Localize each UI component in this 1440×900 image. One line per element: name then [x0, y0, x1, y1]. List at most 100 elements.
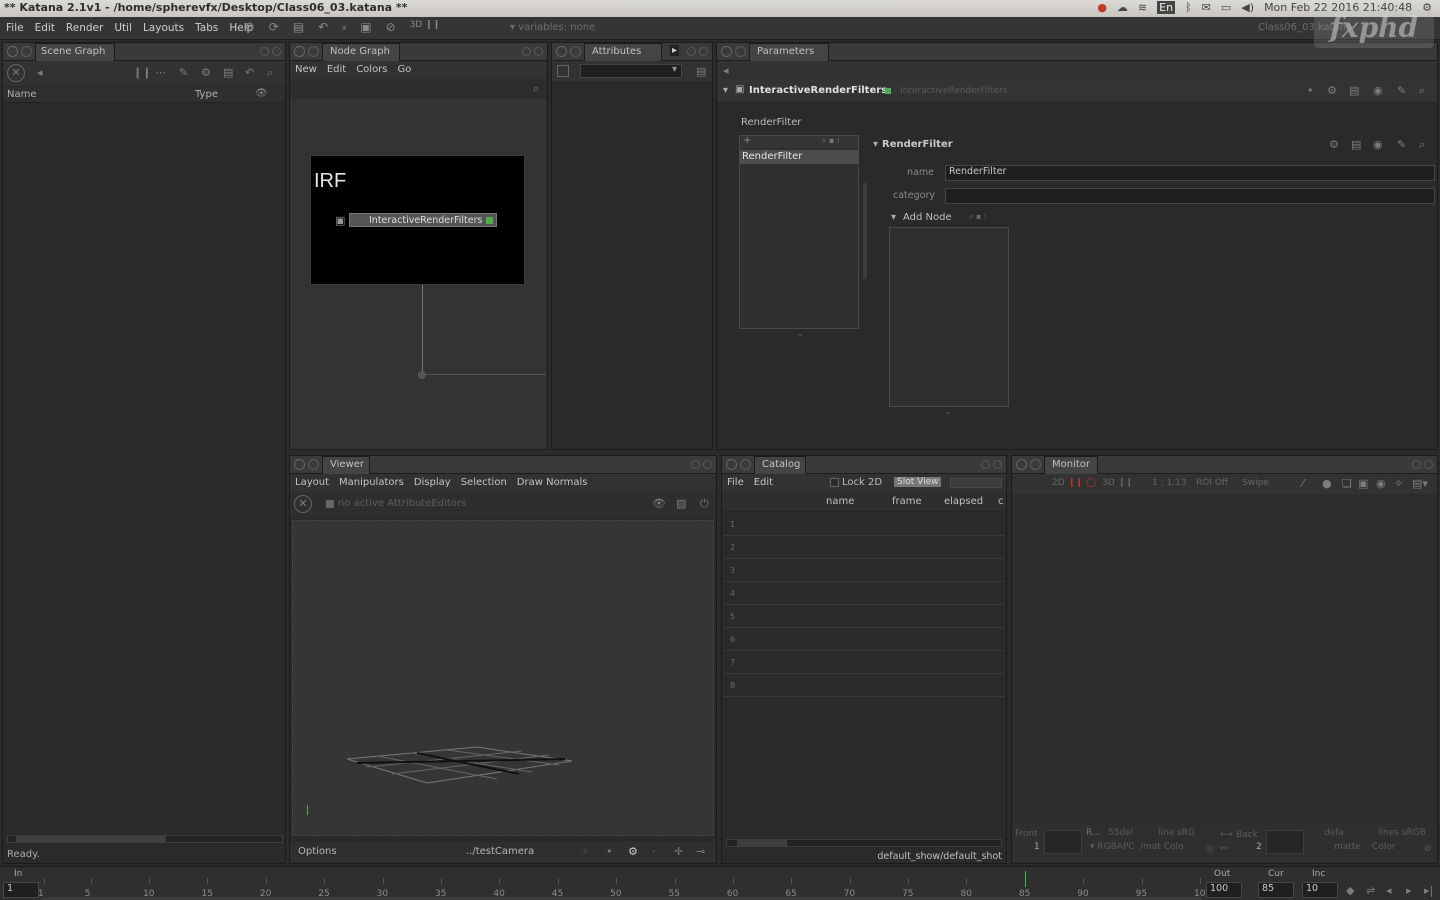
- dropdown-arrow-icon[interactable]: ▾: [672, 64, 677, 75]
- settings-icon[interactable]: ⚙: [628, 845, 638, 858]
- options-button[interactable]: Options: [298, 846, 337, 857]
- pick-icon[interactable]: ✧: [1394, 477, 1403, 490]
- slot-view-button[interactable]: Slot View: [894, 477, 942, 487]
- menu-util[interactable]: Util: [114, 22, 132, 34]
- col-c[interactable]: c: [998, 496, 1004, 507]
- horizontal-scrollbar[interactable]: [7, 835, 283, 843]
- undo-icon[interactable]: ↶: [318, 20, 328, 34]
- panel-gear-icon[interactable]: [726, 459, 737, 470]
- category-field[interactable]: [945, 188, 1435, 204]
- backdrop-node[interactable]: IRF ▣ InteractiveRenderFilters: [310, 155, 525, 285]
- add-node-list[interactable]: [889, 227, 1009, 407]
- horizontal-scrollbar[interactable]: [726, 839, 1002, 847]
- panel-float-icon[interactable]: [981, 460, 990, 469]
- keyboard-lang[interactable]: En: [1157, 1, 1176, 14]
- layers-icon[interactable]: ❏: [1342, 477, 1352, 490]
- panel-close-icon[interactable]: [699, 47, 708, 56]
- panel-gear-icon[interactable]: [7, 46, 18, 57]
- search-icon[interactable]: ⌕: [533, 82, 539, 96]
- add-node-tools-icon[interactable]: ⌕ ▪ ⁞: [969, 212, 987, 222]
- no-editors-checkbox[interactable]: [326, 500, 334, 508]
- line-srgb-back[interactable]: lines sRGB: [1378, 828, 1426, 838]
- power-icon[interactable]: ⏻: [700, 497, 709, 511]
- panel-close-icon[interactable]: [993, 460, 1002, 469]
- matte-dropdown[interactable]: matte: [1334, 842, 1361, 852]
- settings-icon[interactable]: ⚙: [201, 66, 211, 79]
- table-row[interactable]: 1: [724, 514, 1004, 536]
- output-port[interactable]: [418, 371, 426, 379]
- collapse-icon[interactable]: ◂: [37, 66, 43, 79]
- variables-dropdown[interactable]: ▾ variables: none: [510, 22, 595, 33]
- select-box-icon[interactable]: [557, 65, 569, 77]
- search-icon[interactable]: ⌕: [1419, 138, 1425, 152]
- rgba-mode[interactable]: ▾ RGBAPC: [1090, 842, 1135, 852]
- table-row[interactable]: 4: [724, 583, 1004, 605]
- cache-icon[interactable]: ▣: [360, 20, 371, 34]
- lines-icon[interactable]: ▤: [1351, 138, 1361, 151]
- panel-float-icon[interactable]: [687, 47, 696, 56]
- panel-dot-icon[interactable]: [570, 46, 581, 57]
- cancel-icon[interactable]: ✕: [294, 495, 312, 513]
- timeline-scrubber[interactable]: 1 5 10 15 20 25 30 35 40 45 50 55 60 65 70 75 80 85 90 95 10…: [38, 867, 1211, 900]
- render-icon[interactable]: ▤: [293, 20, 304, 34]
- wrench-icon[interactable]: ✎: [1397, 138, 1406, 151]
- swap-icon[interactable]: ⟷: [1220, 830, 1233, 840]
- play-end-icon[interactable]: ▸|: [1424, 884, 1433, 897]
- add-node-resize-icon[interactable]: ⌄: [945, 407, 952, 416]
- panel-close-icon[interactable]: [534, 47, 543, 56]
- panel-gear-icon[interactable]: [721, 46, 732, 57]
- add-node-collapse-icon[interactable]: ▾: [891, 212, 896, 223]
- lines-icon[interactable]: ▤: [1349, 84, 1359, 97]
- pause-icon[interactable]: ❙❙: [133, 66, 151, 79]
- record-icon[interactable]: ❙❙ ◯: [1068, 478, 1096, 488]
- refresh-icon[interactable]: ⟳: [269, 20, 279, 34]
- panel-dot-icon[interactable]: [740, 459, 751, 470]
- bolt-icon[interactable]: ⸗: [342, 20, 346, 34]
- node-flag[interactable]: [885, 88, 891, 94]
- undo-icon[interactable]: ↶: [245, 66, 254, 79]
- panel-float-icon[interactable]: [260, 47, 269, 56]
- line-srgb-front[interactable]: line sRG: [1158, 828, 1195, 838]
- panel-dot-icon[interactable]: [308, 46, 319, 57]
- step-back-icon[interactable]: ◂: [1386, 884, 1392, 897]
- record-icon[interactable]: ●: [1097, 1, 1107, 14]
- eye-icon[interactable]: ◉: [1376, 477, 1386, 490]
- node-name[interactable]: InteractiveRenderFilters: [749, 85, 887, 96]
- menu-go[interactable]: Go: [398, 64, 412, 75]
- panel-gear-icon[interactable]: [556, 46, 567, 57]
- monitor-viewport[interactable]: [1012, 494, 1437, 824]
- loop-icon[interactable]: ⇌: [1366, 884, 1375, 897]
- move-icon[interactable]: ✛: [674, 845, 683, 858]
- back-swatch[interactable]: [1266, 830, 1304, 854]
- menu-file[interactable]: File: [6, 22, 24, 34]
- scrollbar-thumb[interactable]: [16, 836, 166, 842]
- name-field[interactable]: RenderFilter: [945, 165, 1435, 181]
- view-3d-toggle[interactable]: 3D: [1102, 478, 1115, 488]
- menu-layouts[interactable]: Layouts: [143, 22, 184, 34]
- compare-icon[interactable]: ◎: [1206, 844, 1214, 854]
- menu-edit[interactable]: Edit: [35, 22, 55, 34]
- menu-render[interactable]: Render: [66, 22, 103, 34]
- search-icon[interactable]: ⌕: [1419, 84, 1425, 98]
- pencil-icon[interactable]: ✎: [179, 66, 188, 79]
- group-collapse-icon[interactable]: ▾: [873, 139, 878, 150]
- reset-icon[interactable]: ⊘: [1424, 844, 1432, 854]
- menu-draw-normals[interactable]: Draw Normals: [517, 477, 588, 488]
- roi-toggle[interactable]: ROI Off: [1196, 478, 1228, 488]
- attributes-dropdown[interactable]: [580, 64, 682, 78]
- view-icon[interactable]: ◉: [1373, 138, 1383, 151]
- in-field[interactable]: 1: [3, 882, 39, 898]
- menu-edit[interactable]: Edit: [327, 64, 346, 75]
- col-frame[interactable]: frame: [892, 496, 922, 507]
- out-field[interactable]: 100: [1206, 882, 1242, 898]
- swipe-toggle[interactable]: Swipe: [1242, 478, 1269, 488]
- panel-gear-icon[interactable]: [1016, 459, 1027, 470]
- panel-gear-icon[interactable]: [294, 46, 305, 57]
- current-frame-playhead[interactable]: [1024, 871, 1026, 887]
- panel-float-icon[interactable]: [1412, 460, 1421, 469]
- settings-icon[interactable]: ⚙: [1327, 84, 1337, 97]
- table-row[interactable]: 7: [724, 652, 1004, 674]
- menu-colors[interactable]: Colors: [356, 64, 387, 75]
- col-name[interactable]: name: [826, 496, 854, 507]
- panel-close-icon[interactable]: [1424, 460, 1433, 469]
